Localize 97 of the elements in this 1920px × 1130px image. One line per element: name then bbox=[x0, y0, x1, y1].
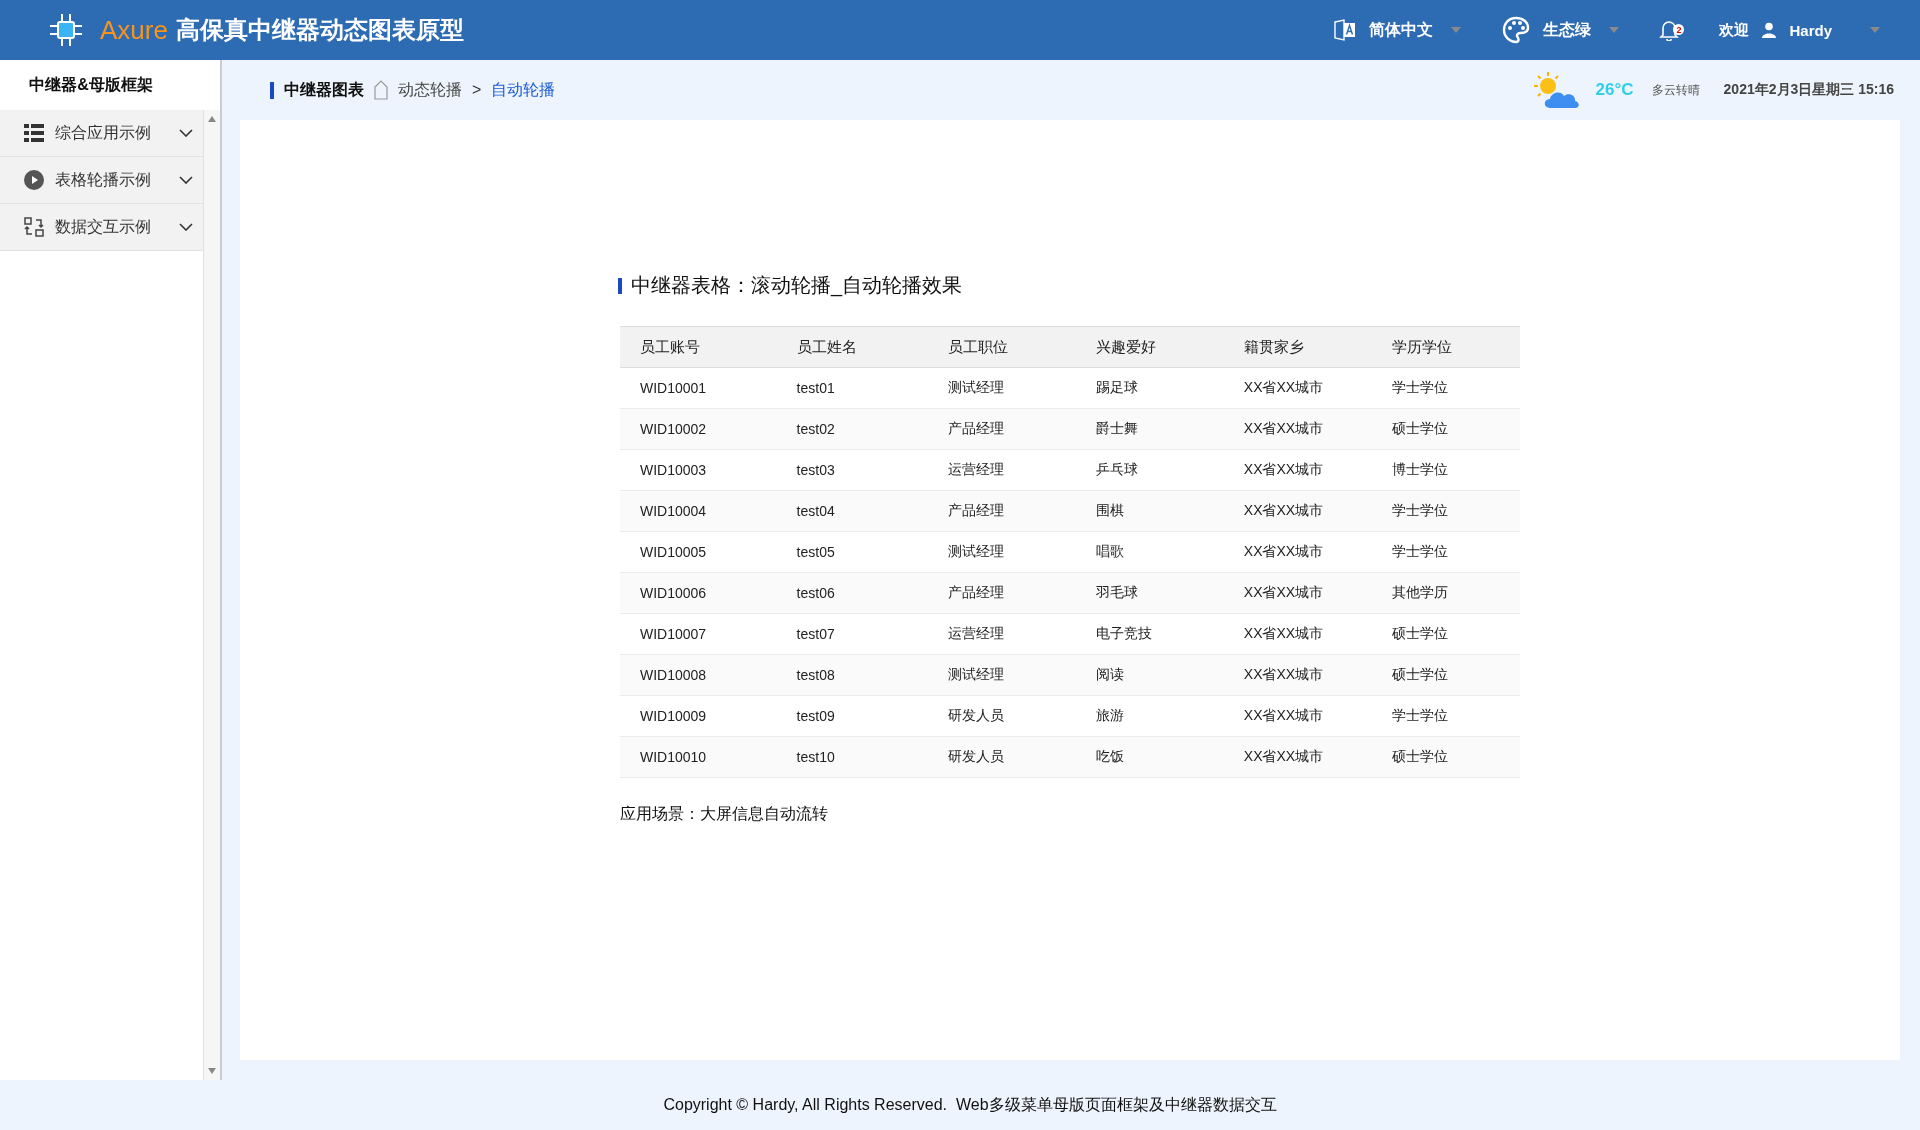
table-cell: 学士学位 bbox=[1372, 531, 1520, 573]
table-cell: test03 bbox=[776, 449, 929, 491]
sidebar-title: 中继器&母版框架 bbox=[28, 74, 154, 95]
table-cell: WID10009 bbox=[620, 695, 777, 737]
table-cell: 硕士学位 bbox=[1372, 613, 1520, 655]
table-cell: XX省XX城市 bbox=[1223, 367, 1373, 409]
temperature: 26°C bbox=[1595, 80, 1634, 100]
table-cell: 旅游 bbox=[1076, 695, 1224, 737]
sidebar-item[interactable]: 数据交互示例 bbox=[0, 204, 203, 251]
column-header: 籍贯家乡 bbox=[1223, 326, 1373, 368]
table-cell: 研发人员 bbox=[928, 736, 1077, 778]
palette-icon[interactable] bbox=[1501, 15, 1532, 45]
table-cell: 乒乓球 bbox=[1076, 449, 1224, 491]
app-title: 高保真中继器动态图表原型 bbox=[175, 15, 464, 45]
breadcrumb-root: 中继器图表 bbox=[284, 79, 364, 100]
table-cell: 唱歌 bbox=[1076, 531, 1224, 573]
notification-badge: 2 bbox=[1673, 24, 1685, 35]
table-cell: XX省XX城市 bbox=[1223, 736, 1373, 778]
user-menu[interactable]: Hardy bbox=[1777, 21, 1880, 39]
table-cell: 产品经理 bbox=[928, 490, 1077, 532]
usage-note: 应用场景：大屏信息自动流转 bbox=[620, 804, 829, 824]
table-cell: 踢足球 bbox=[1076, 367, 1224, 409]
table-cell: WID10007 bbox=[620, 613, 777, 655]
table-cell: 爵士舞 bbox=[1076, 408, 1224, 450]
table-cell: WID10006 bbox=[620, 572, 777, 614]
table-cell: 围棋 bbox=[1076, 490, 1224, 532]
table-cell: 运营经理 bbox=[928, 613, 1077, 655]
table-cell: 测试经理 bbox=[928, 367, 1077, 409]
table-cell: test06 bbox=[776, 572, 929, 614]
table-cell: 硕士学位 bbox=[1372, 408, 1520, 450]
date-time: 2021年2月3日星期三 15:16 bbox=[1723, 81, 1894, 99]
list-icon bbox=[24, 124, 44, 142]
weather-condition: 多云转晴 bbox=[1651, 81, 1700, 99]
table-cell: test01 bbox=[776, 367, 929, 409]
table-cell: 硕士学位 bbox=[1372, 654, 1520, 696]
table-cell: XX省XX城市 bbox=[1223, 572, 1373, 614]
table-cell: WID10010 bbox=[620, 736, 777, 778]
column-header: 员工职位 bbox=[928, 326, 1077, 368]
table-cell: XX省XX城市 bbox=[1223, 490, 1373, 532]
table-cell: 电子竞技 bbox=[1076, 613, 1224, 655]
brand-name: Axure bbox=[100, 14, 168, 46]
table-cell: 运营经理 bbox=[928, 449, 1077, 491]
table-cell: test05 bbox=[776, 531, 929, 573]
home-icon bbox=[374, 80, 388, 100]
table-cell: XX省XX城市 bbox=[1223, 613, 1373, 655]
table-cell: 学士学位 bbox=[1372, 695, 1520, 737]
bell-icon[interactable] bbox=[1659, 19, 1680, 41]
table-cell: 博士学位 bbox=[1372, 449, 1520, 491]
table-cell: 测试经理 bbox=[928, 531, 1077, 573]
column-header: 员工账号 bbox=[620, 326, 777, 368]
copyright-text: Copyright © Hardy, All Rights Reserved. Web多级菜单母版页面框架及中继器数据交互 bbox=[663, 1094, 1277, 1115]
welcome-text: 欢迎 bbox=[1719, 20, 1750, 40]
table-cell: 硕士学位 bbox=[1372, 736, 1520, 778]
table-cell: WID10004 bbox=[620, 490, 777, 532]
table-cell: WID10002 bbox=[620, 408, 777, 450]
play-icon bbox=[24, 170, 44, 190]
table-cell: 产品经理 bbox=[928, 572, 1077, 614]
language-dropdown[interactable]: 简体中文 bbox=[1357, 19, 1462, 41]
table-cell: WID10003 bbox=[620, 449, 777, 491]
table-cell: 吃饭 bbox=[1076, 736, 1224, 778]
sidebar-item[interactable]: 表格轮播示例 bbox=[0, 157, 203, 204]
table-cell: XX省XX城市 bbox=[1223, 449, 1373, 491]
table-cell: test08 bbox=[776, 654, 929, 696]
table-cell: 阅读 bbox=[1076, 654, 1224, 696]
table-cell: test02 bbox=[776, 408, 929, 450]
table-cell: test10 bbox=[776, 736, 929, 778]
table-cell: test04 bbox=[776, 490, 929, 532]
exchange-icon bbox=[24, 217, 44, 237]
table-cell: XX省XX城市 bbox=[1223, 408, 1373, 450]
table-cell: 羽毛球 bbox=[1076, 572, 1224, 614]
table-cell: 学士学位 bbox=[1372, 367, 1520, 409]
table-cell: test07 bbox=[776, 613, 929, 655]
table-cell: WID10008 bbox=[620, 654, 777, 696]
section-title: 中继器表格：滚动轮播_自动轮播效果 bbox=[631, 273, 963, 299]
breadcrumb-link[interactable]: 动态轮播 bbox=[398, 79, 462, 101]
table-cell: 研发人员 bbox=[928, 695, 1077, 737]
chip-icon bbox=[48, 12, 84, 48]
table-cell: XX省XX城市 bbox=[1223, 695, 1373, 737]
table-cell: XX省XX城市 bbox=[1223, 654, 1373, 696]
table-cell: test09 bbox=[776, 695, 929, 737]
table-cell: 其他学历 bbox=[1372, 572, 1520, 614]
breadcrumb-link[interactable]: 自动轮播 bbox=[491, 79, 556, 101]
scrollbar[interactable] bbox=[203, 110, 220, 1080]
table-cell: WID10005 bbox=[620, 531, 777, 573]
column-header: 员工姓名 bbox=[776, 326, 929, 368]
user-icon bbox=[1761, 22, 1778, 38]
theme-dropdown[interactable]: 生态绿 bbox=[1531, 19, 1620, 41]
table-cell: WID10001 bbox=[620, 367, 777, 409]
table-cell: 测试经理 bbox=[928, 654, 1077, 696]
table-cell: 产品经理 bbox=[928, 408, 1077, 450]
column-header: 兴趣爱好 bbox=[1076, 326, 1224, 368]
table-cell: 学士学位 bbox=[1372, 490, 1520, 532]
breadcrumb-separator: > bbox=[472, 81, 482, 99]
translate-icon[interactable] bbox=[1333, 18, 1358, 42]
table-cell: XX省XX城市 bbox=[1223, 531, 1373, 573]
column-header: 学历学位 bbox=[1372, 326, 1520, 368]
sidebar-item[interactable]: 综合应用示例 bbox=[0, 110, 203, 157]
